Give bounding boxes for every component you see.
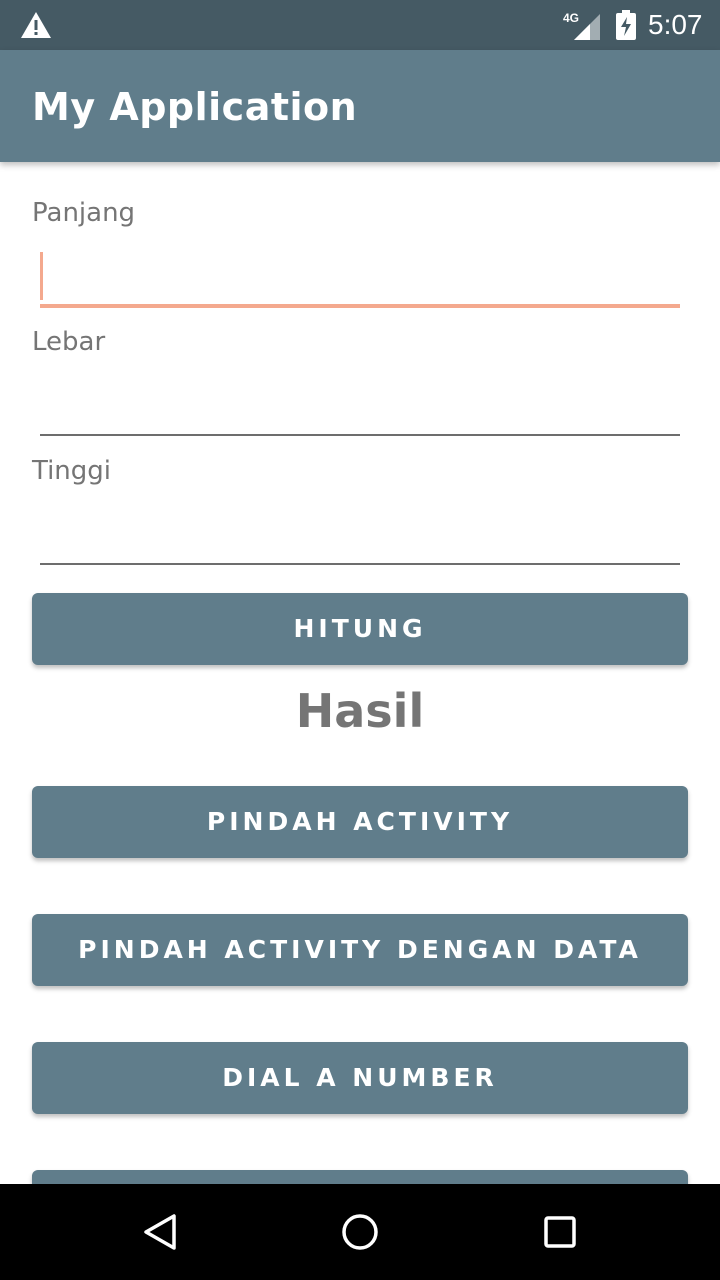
text-cursor bbox=[40, 252, 43, 300]
app-title: My Application bbox=[32, 85, 358, 129]
panjang-label: Panjang bbox=[32, 198, 136, 228]
panjang-underline bbox=[40, 304, 680, 308]
tinggi-input[interactable] bbox=[40, 505, 680, 563]
hitung-button[interactable]: HITUNG bbox=[32, 593, 688, 665]
app-bar: My Application bbox=[0, 50, 720, 162]
dial-number-button[interactable]: DIAL A NUMBER bbox=[32, 1042, 688, 1114]
warning-icon[interactable] bbox=[20, 11, 52, 39]
pindah-activity-button[interactable]: PINDAH ACTIVITY bbox=[32, 786, 688, 858]
home-icon[interactable] bbox=[340, 1212, 380, 1252]
lebar-underline bbox=[40, 434, 680, 436]
status-time: 5:07 bbox=[648, 9, 703, 40]
result-text: Hasil bbox=[295, 684, 425, 738]
signal-icon: 4G bbox=[563, 11, 600, 40]
panjang-input[interactable] bbox=[40, 248, 680, 306]
back-icon[interactable] bbox=[140, 1212, 180, 1252]
navigation-bar bbox=[0, 1184, 720, 1280]
pindah-activity-data-button[interactable]: PINDAH ACTIVITY DENGAN DATA bbox=[32, 914, 688, 986]
tinggi-underline bbox=[40, 563, 680, 565]
network-type: 4G bbox=[563, 11, 579, 25]
battery-charging-icon bbox=[616, 10, 636, 40]
status-bar: 4G 5:07 bbox=[0, 0, 720, 50]
lebar-label: Lebar bbox=[32, 327, 106, 357]
lebar-input[interactable] bbox=[40, 376, 680, 434]
recents-icon[interactable] bbox=[540, 1212, 580, 1252]
tinggi-label: Tinggi bbox=[32, 456, 112, 486]
